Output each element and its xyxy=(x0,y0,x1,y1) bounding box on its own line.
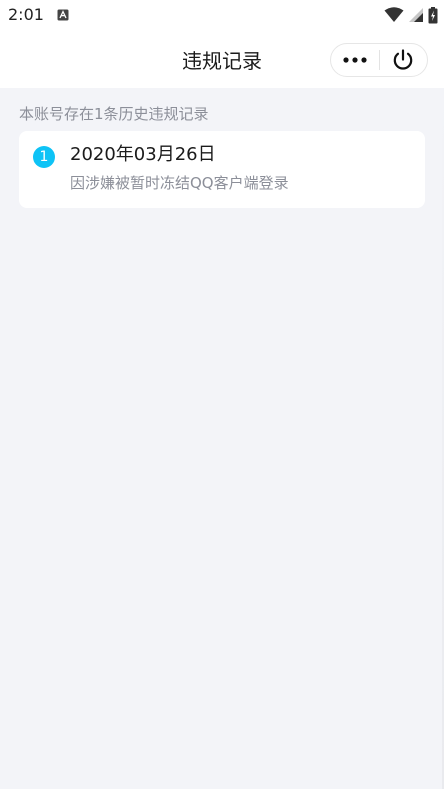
status-time: 2:01 xyxy=(8,5,44,24)
more-button[interactable] xyxy=(331,44,379,76)
screen: 2:01 违规记录 本账号存在1条历史违规记录 1 2020年03月26日 因涉… xyxy=(0,0,444,789)
signal-icon xyxy=(409,8,423,22)
record-card: 1 2020年03月26日 因涉嫌被暂时冻结QQ客户端登录 xyxy=(19,131,425,208)
power-icon xyxy=(393,49,413,70)
record-index-badge: 1 xyxy=(33,146,55,168)
close-button[interactable] xyxy=(379,44,427,76)
wifi-icon xyxy=(384,7,404,22)
header: 违规记录 xyxy=(0,32,444,88)
record-date: 2020年03月26日 xyxy=(70,144,216,165)
more-dots-icon xyxy=(343,57,367,63)
summary-text: 本账号存在1条历史违规记录 xyxy=(19,105,209,123)
status-icons xyxy=(384,6,438,24)
status-bar: 2:01 xyxy=(0,0,444,32)
mini-program-capsule xyxy=(330,43,428,77)
notification-icon xyxy=(57,9,69,21)
record-description: 因涉嫌被暂时冻结QQ客户端登录 xyxy=(70,174,289,192)
battery-icon xyxy=(428,6,438,23)
